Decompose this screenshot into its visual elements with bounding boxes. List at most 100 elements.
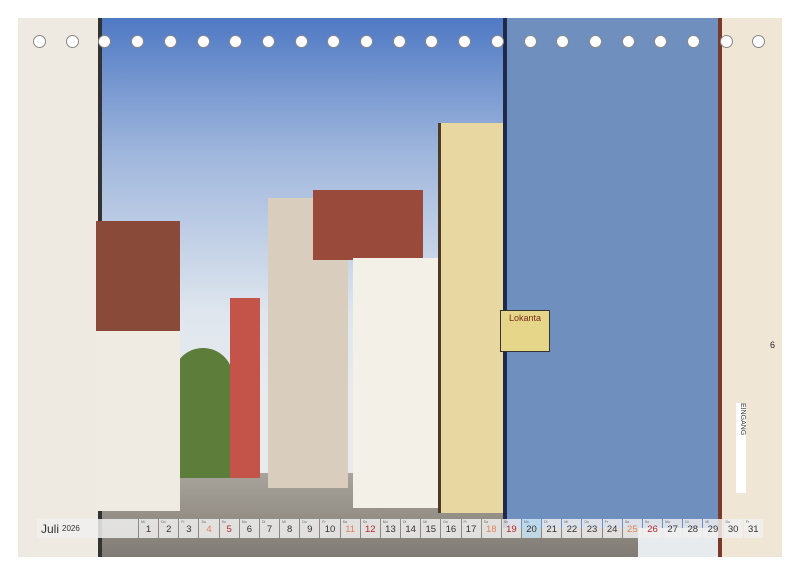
day-cell: Di7 xyxy=(260,519,279,538)
calendar-photo-half-timbered-street: Lokanta EINGANG 6 xyxy=(18,18,782,557)
day-number: 6 xyxy=(247,524,252,535)
day-cell: Mo6 xyxy=(240,519,259,538)
white-house xyxy=(353,258,443,508)
binding-holes xyxy=(33,35,773,49)
weekday: Sa xyxy=(201,520,205,524)
binding-hole xyxy=(556,35,569,48)
weekday: Mi xyxy=(282,520,286,524)
weekday: Mo xyxy=(524,520,529,524)
binding-hole xyxy=(197,35,210,48)
weekday: Do xyxy=(584,520,588,524)
day-cell: Do9 xyxy=(300,519,319,538)
binding-hole xyxy=(66,35,79,48)
weekday: Di xyxy=(403,520,406,524)
eingang-sign: EINGANG xyxy=(736,403,746,493)
day-cell: Mo13 xyxy=(381,519,400,538)
weekday: Fr xyxy=(464,520,467,524)
day-number: 16 xyxy=(446,524,457,535)
weekday: Do xyxy=(443,520,447,524)
day-number: 22 xyxy=(567,524,578,535)
weekday: So xyxy=(504,520,508,524)
day-cell: So19 xyxy=(502,519,521,538)
binding-hole xyxy=(33,35,46,48)
day-cell: Sa11 xyxy=(341,519,360,538)
calendar-strip: Juli2026 Mi1Do2Fr3Sa4So5Mo6Di7Mi8Do9Fr10… xyxy=(37,519,763,538)
day-cell: Do2 xyxy=(159,519,178,538)
day-number: 18 xyxy=(486,524,497,535)
weekday: Sa xyxy=(625,520,629,524)
day-number: 12 xyxy=(365,524,376,535)
day-cell: Fr10 xyxy=(320,519,339,538)
year: 2026 xyxy=(62,524,80,533)
day-cell: Fr31 xyxy=(744,519,763,538)
weekday: So xyxy=(222,520,226,524)
day-number: 11 xyxy=(345,524,355,535)
day-cell: Di28 xyxy=(683,519,702,538)
weekday: Mi xyxy=(705,520,709,524)
right-house xyxy=(718,18,782,557)
trees xyxy=(173,348,233,478)
month-name: Juli xyxy=(41,522,59,536)
month-label: Juli2026 xyxy=(37,519,138,538)
day-number: 27 xyxy=(667,524,678,535)
lokanta-sign: Lokanta xyxy=(500,310,550,352)
day-number: 20 xyxy=(526,524,537,535)
day-number: 21 xyxy=(546,524,557,535)
day-cell: Mi15 xyxy=(421,519,440,538)
roof-middle xyxy=(313,190,423,260)
house-wall xyxy=(96,331,180,511)
weekday: Do xyxy=(726,520,730,524)
binding-hole xyxy=(589,35,602,48)
weekday: So xyxy=(645,520,649,524)
day-cell: Mo20 xyxy=(522,519,541,538)
tower-building xyxy=(230,298,260,478)
binding-hole xyxy=(229,35,242,48)
day-cell: Sa4 xyxy=(199,519,218,538)
day-number: 2 xyxy=(166,524,171,535)
day-cell: Di14 xyxy=(401,519,420,538)
day-cell: Fr24 xyxy=(603,519,622,538)
day-number: 7 xyxy=(267,524,272,535)
weekday: Fr xyxy=(181,520,184,524)
weekday: Di xyxy=(685,520,688,524)
day-cell: Do30 xyxy=(724,519,743,538)
day-number: 3 xyxy=(186,524,191,535)
day-cell: Mi29 xyxy=(703,519,722,538)
binding-hole xyxy=(360,35,373,48)
binding-hole xyxy=(131,35,144,48)
day-number: 17 xyxy=(466,524,477,535)
binding-hole xyxy=(654,35,667,48)
day-cell: Do16 xyxy=(441,519,460,538)
binding-hole xyxy=(393,35,406,48)
day-number: 19 xyxy=(506,524,517,535)
day-number: 24 xyxy=(607,524,618,535)
binding-hole xyxy=(622,35,635,48)
day-cell: Do23 xyxy=(582,519,601,538)
weekday: Sa xyxy=(484,520,488,524)
day-number: 23 xyxy=(587,524,598,535)
binding-hole xyxy=(98,35,111,48)
day-cell: So26 xyxy=(643,519,662,538)
blue-house xyxy=(503,18,727,528)
binding-hole xyxy=(687,35,700,48)
binding-hole xyxy=(752,35,765,48)
binding-hole xyxy=(524,35,537,48)
binding-hole xyxy=(425,35,438,48)
day-number: 13 xyxy=(385,524,396,535)
weekday: So xyxy=(363,520,367,524)
weekday: Mo xyxy=(665,520,670,524)
binding-hole xyxy=(262,35,275,48)
weekday: Di xyxy=(544,520,547,524)
binding-hole xyxy=(295,35,308,48)
day-number: 26 xyxy=(647,524,658,535)
day-cell: So12 xyxy=(361,519,380,538)
weekday: Do xyxy=(302,520,306,524)
weekday: Mi xyxy=(423,520,427,524)
day-cell: Mi1 xyxy=(139,519,158,538)
day-number: 29 xyxy=(708,524,719,535)
day-number: 31 xyxy=(748,524,759,535)
day-number: 1 xyxy=(146,524,151,535)
day-cell: Sa25 xyxy=(623,519,642,538)
day-number: 4 xyxy=(206,524,211,535)
binding-hole xyxy=(458,35,471,48)
